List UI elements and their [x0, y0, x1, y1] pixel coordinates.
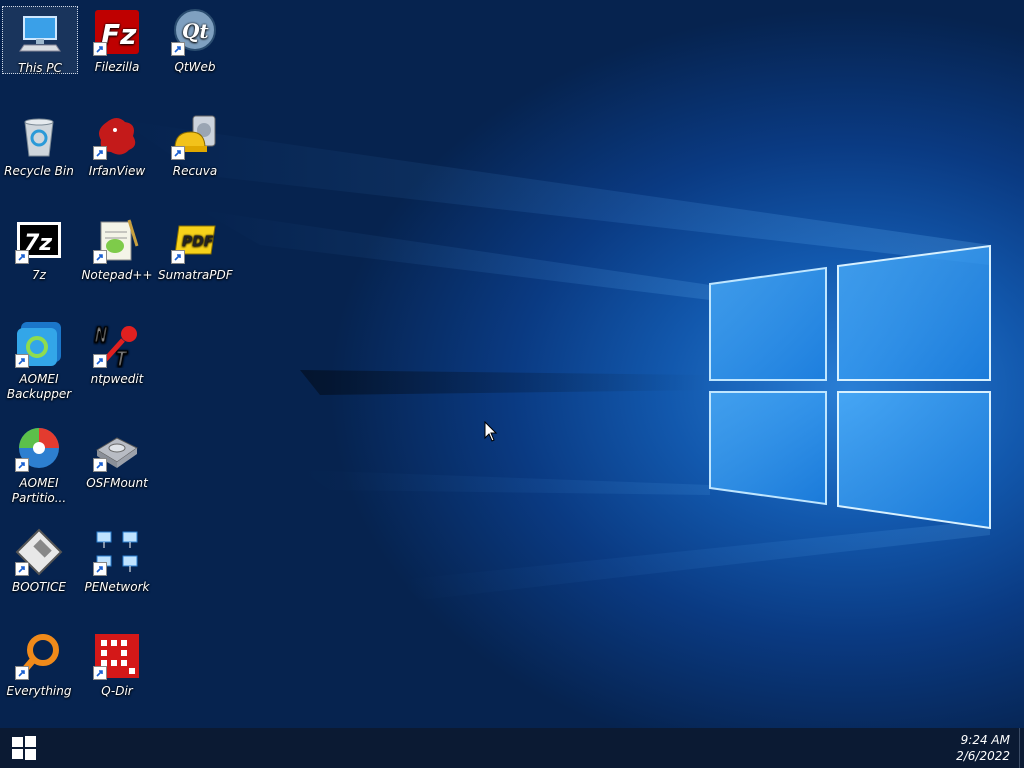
icon-label: AOMEI Partitio...	[11, 476, 67, 505]
mouse-cursor-icon	[484, 421, 498, 442]
ntpwedit-icon: NT	[93, 320, 141, 372]
icon-label: SumatraPDF	[158, 268, 233, 282]
desktop-icon-aomei-partition[interactable]: AOMEI Partitio...	[2, 422, 76, 506]
sumatrapdf-icon: PDF	[171, 216, 219, 264]
shortcut-arrow-icon	[171, 250, 185, 264]
icon-label: IrfanView	[88, 164, 146, 178]
icon-label: Q-Dir	[101, 684, 133, 698]
shortcut-arrow-icon	[93, 146, 107, 160]
icon-label: 7z	[32, 268, 46, 282]
shortcut-arrow-icon	[171, 146, 185, 160]
notepad-plus-plus-icon	[93, 216, 141, 264]
start-button[interactable]	[0, 728, 48, 768]
icon-label: Recycle Bin	[4, 164, 74, 178]
irfanview-icon	[93, 112, 141, 160]
desktop-icon-recuva[interactable]: Recuva	[158, 110, 232, 179]
desktop-icon-aomei-backupper[interactable]: AOMEI Backupper	[2, 318, 76, 402]
aomei-backupper-icon	[15, 320, 63, 368]
desktop-icon-ntpwedit[interactable]: NT ntpwedit	[80, 318, 154, 387]
qdir-icon	[93, 632, 141, 680]
icon-label: BOOTICE	[12, 580, 66, 594]
recycle-bin-icon	[15, 112, 63, 160]
desktop-icon-bootice[interactable]: BOOTICE	[2, 526, 76, 595]
shortcut-arrow-icon	[15, 458, 29, 472]
qtweb-icon: Qt	[171, 8, 219, 56]
icon-label: AOMEI Backupper	[6, 372, 72, 401]
icon-label: Filezilla	[94, 60, 140, 74]
icon-label: Notepad++	[81, 268, 153, 282]
osfmount-icon	[93, 424, 141, 472]
desktop-icon-irfanview[interactable]: IrfanView	[80, 110, 154, 179]
clock-time: 9:24 AM	[960, 733, 1010, 747]
desktop-icon-sumatrapdf[interactable]: PDF SumatraPDF	[158, 214, 233, 283]
desktop-icon-qtweb[interactable]: Qt QtWeb	[158, 6, 232, 75]
desktop-icon-notepad-plus-plus[interactable]: Notepad++	[80, 214, 154, 283]
desktop-icon-osfmount[interactable]: OSFMount	[80, 422, 154, 491]
shortcut-arrow-icon	[15, 354, 29, 368]
desktop-icon-this-pc[interactable]: This PC	[2, 6, 78, 75]
filezilla-icon: Fz	[93, 8, 141, 56]
icon-label: PENetwork	[84, 580, 150, 594]
icon-label: Everything	[6, 684, 72, 698]
shortcut-arrow-icon	[93, 42, 107, 56]
bootice-icon	[15, 528, 63, 576]
icon-label: ntpwedit	[90, 372, 144, 386]
desktop-icon-filezilla[interactable]: Fz Filezilla	[80, 6, 154, 75]
desktop-icon-penetwork[interactable]: PENetwork	[80, 526, 154, 595]
show-desktop-button[interactable]	[1019, 728, 1024, 768]
icon-label: OSFMount	[86, 476, 148, 490]
shortcut-arrow-icon	[93, 354, 107, 368]
shortcut-arrow-icon	[171, 42, 185, 56]
recuva-icon	[171, 112, 219, 160]
clock-date: 2/6/2022	[956, 749, 1010, 763]
shortcut-arrow-icon	[15, 666, 29, 680]
shortcut-arrow-icon	[93, 250, 107, 264]
aomei-partition-icon	[15, 424, 63, 472]
icon-label: Recuva	[172, 164, 218, 178]
taskbar: 9:24 AM 2/6/2022	[0, 728, 1024, 768]
desktop-icon-everything[interactable]: Everything	[2, 630, 76, 699]
windows-logo-wallpaper	[709, 244, 991, 530]
shortcut-arrow-icon	[93, 666, 107, 680]
this-pc-icon	[16, 9, 64, 57]
svg-text:N: N	[94, 323, 108, 347]
shortcut-arrow-icon	[15, 250, 29, 264]
everything-icon	[15, 632, 63, 680]
windows-start-icon	[12, 736, 36, 760]
desktop-icon-7z[interactable]: 7z 7z	[2, 214, 76, 283]
svg-text:Qt: Qt	[182, 19, 209, 43]
desktop-icon-qdir[interactable]: Q-Dir	[80, 630, 154, 699]
desktop-icon-recycle-bin[interactable]: Recycle Bin	[2, 110, 76, 179]
desktop: This PC Recycle Bin 7z 7z AOMEI Backuppe…	[0, 0, 1024, 728]
shortcut-arrow-icon	[15, 562, 29, 576]
shortcut-arrow-icon	[93, 562, 107, 576]
shortcut-arrow-icon	[93, 458, 107, 472]
icon-label: QtWeb	[174, 60, 216, 74]
icon-label: This PC	[18, 61, 62, 75]
penetwork-icon	[93, 528, 141, 576]
7zip-icon: 7z	[15, 216, 63, 264]
system-clock[interactable]: 9:24 AM 2/6/2022	[956, 732, 1010, 764]
svg-text:PDF: PDF	[182, 234, 214, 250]
